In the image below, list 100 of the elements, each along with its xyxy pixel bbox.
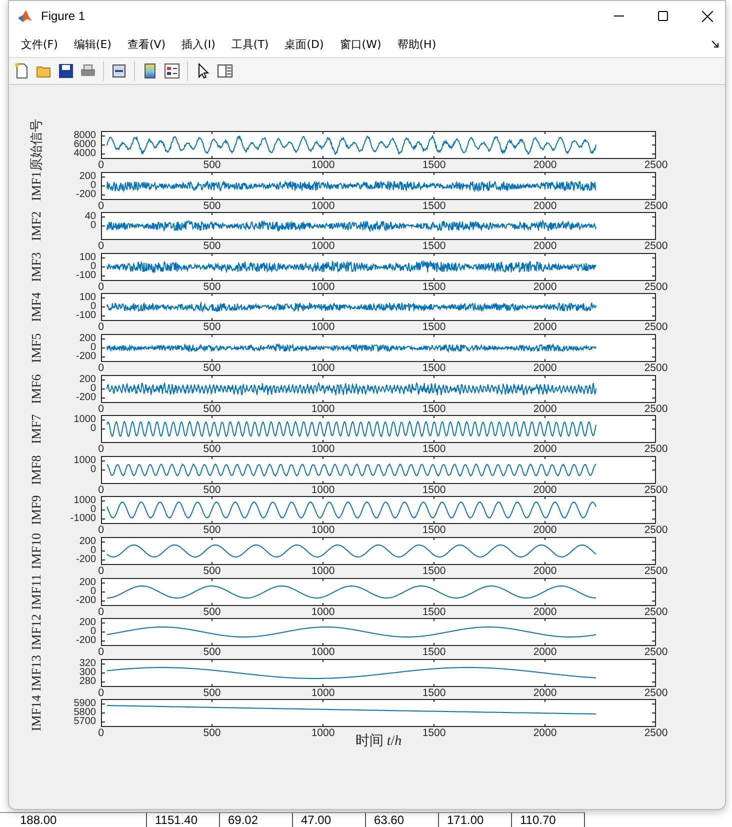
table-cell: 171.00 bbox=[439, 813, 512, 827]
x-tick-label: 0 bbox=[98, 200, 104, 212]
y-tick-label: -200 bbox=[76, 190, 96, 199]
x-tick-label: 2000 bbox=[533, 282, 557, 293]
menu-item[interactable]: 编辑(E) bbox=[66, 34, 120, 54]
maximize-icon bbox=[658, 11, 668, 21]
x-tick-label: 0 bbox=[98, 525, 104, 536]
y-tick-label: 5800 bbox=[74, 709, 96, 718]
x-tick-label: 2000 bbox=[533, 688, 557, 699]
table-cell: 188.00 bbox=[0, 813, 147, 827]
x-tick-label: 1500 bbox=[422, 444, 446, 456]
y-axis-label: IMF5 bbox=[30, 333, 42, 363]
property-panel-icon[interactable] bbox=[216, 62, 234, 80]
x-tick-label: 2500 bbox=[644, 688, 668, 699]
save-icon[interactable] bbox=[57, 62, 75, 80]
y-axis-label: IMF10 bbox=[30, 532, 42, 569]
x-tick-label: 2000 bbox=[533, 525, 557, 536]
y-tick-label: 0 bbox=[90, 546, 96, 555]
x-tick-label: 0 bbox=[98, 444, 104, 456]
dock-arrow-icon[interactable] bbox=[711, 40, 719, 48]
y-axis-label: IMF3 bbox=[30, 252, 42, 282]
app-logo-icon bbox=[17, 8, 33, 24]
x-tick-label: 500 bbox=[203, 525, 221, 536]
y-tick-label: -200 bbox=[76, 556, 96, 564]
x-tick-label: 500 bbox=[203, 322, 221, 334]
menu-item[interactable]: 查看(V) bbox=[119, 34, 174, 54]
y-tick-label: 0 bbox=[90, 466, 96, 474]
x-tick-label: 0 bbox=[98, 160, 104, 171]
y-tick-label: 0 bbox=[90, 344, 96, 352]
y-tick-label: 320 bbox=[79, 660, 96, 668]
y-tick-label: -100 bbox=[76, 312, 96, 320]
y-tick-label: 100 bbox=[79, 294, 96, 302]
y-tick-label: 100 bbox=[79, 254, 96, 262]
x-tick-label: 1500 bbox=[422, 322, 446, 334]
x-tick-label: 2000 bbox=[533, 647, 557, 658]
y-tick-label: 0 bbox=[90, 588, 96, 596]
x-tick-label: 1000 bbox=[311, 444, 335, 456]
y-axis-label: IMF2 bbox=[30, 211, 42, 241]
x-tick-label: 2000 bbox=[533, 404, 557, 415]
x-tick-label: 2000 bbox=[533, 241, 557, 252]
x-tick-label: 2500 bbox=[644, 241, 668, 252]
menu-item[interactable]: 插入(I) bbox=[174, 34, 224, 54]
y-tick-label: -1000 bbox=[70, 515, 96, 524]
x-tick-label: 1500 bbox=[422, 200, 446, 212]
menu-item[interactable]: 桌面(D) bbox=[276, 34, 332, 54]
x-tick-label: 1000 bbox=[311, 688, 335, 699]
x-tick-label: 1000 bbox=[311, 566, 335, 577]
legend-icon[interactable] bbox=[163, 62, 181, 80]
x-tick-label: 2500 bbox=[644, 362, 668, 374]
x-tick-label: 1500 bbox=[422, 647, 446, 658]
y-axis-label: IMF6 bbox=[30, 374, 42, 404]
y-axis-label: IMF12 bbox=[30, 614, 42, 650]
x-tick-label: 1000 bbox=[311, 200, 335, 212]
menu-item[interactable]: 工具(T) bbox=[223, 34, 277, 54]
x-tick-label: 1000 bbox=[311, 525, 335, 536]
x-tick-label: 500 bbox=[203, 688, 221, 699]
x-tick-label: 500 bbox=[203, 444, 221, 456]
x-tick-label: 2000 bbox=[533, 728, 557, 740]
x-tick-label: 0 bbox=[98, 688, 104, 699]
x-tick-label: 1500 bbox=[422, 606, 446, 618]
x-tick-label: 1500 bbox=[422, 160, 446, 171]
y-tick-label: 0 bbox=[90, 262, 96, 271]
y-tick-label: 5900 bbox=[74, 700, 96, 708]
y-tick-label: 200 bbox=[79, 376, 96, 384]
x-tick-label: 1500 bbox=[422, 484, 446, 496]
x-tick-label: 500 bbox=[203, 647, 221, 658]
y-tick-label: 200 bbox=[79, 619, 96, 628]
x-tick-label: 1500 bbox=[422, 404, 446, 415]
x-tick-label: 1000 bbox=[311, 322, 335, 334]
x-tick-label: 1000 bbox=[311, 241, 335, 252]
x-tick-label: 1500 bbox=[422, 241, 446, 252]
x-tick-label: 1500 bbox=[422, 688, 446, 699]
menu-item[interactable]: 帮助(H) bbox=[389, 34, 444, 54]
window-title: Figure 1 bbox=[41, 9, 86, 23]
x-tick-label: 500 bbox=[203, 566, 221, 577]
x-tick-label: 0 bbox=[98, 728, 104, 740]
table-cell: 47.00 bbox=[293, 813, 366, 827]
table-cell: 1151.40 bbox=[147, 813, 220, 827]
y-tick-label: 8000 bbox=[74, 132, 96, 140]
menu-item[interactable]: 窗口(W) bbox=[332, 34, 390, 54]
y-tick-label: 300 bbox=[79, 668, 96, 677]
menu-item[interactable]: 文件(F) bbox=[13, 34, 66, 54]
x-tick-label: 1000 bbox=[311, 362, 335, 374]
table-cell: 110.70 bbox=[512, 813, 585, 827]
x-tick-label: 2000 bbox=[533, 484, 557, 496]
x-tick-label: 500 bbox=[203, 728, 221, 740]
y-tick-label: 0 bbox=[90, 182, 96, 190]
x-tick-label: 2500 bbox=[644, 404, 668, 415]
y-axis-label: IMF1 bbox=[30, 170, 42, 200]
y-tick-label: 4000 bbox=[74, 150, 96, 158]
y-tick-label: 280 bbox=[79, 678, 96, 686]
x-tick-label: 1500 bbox=[422, 362, 446, 374]
y-axis-label: IMF9 bbox=[30, 496, 42, 526]
x-tick-label: 0 bbox=[98, 606, 104, 618]
y-tick-label: 0 bbox=[90, 303, 96, 312]
y-tick-label: 200 bbox=[79, 538, 96, 546]
x-tick-label: 0 bbox=[98, 566, 104, 577]
x-tick-label: 2000 bbox=[533, 566, 557, 577]
y-axis-label: IMF11 bbox=[30, 574, 42, 610]
y-tick-label: -100 bbox=[76, 272, 96, 280]
